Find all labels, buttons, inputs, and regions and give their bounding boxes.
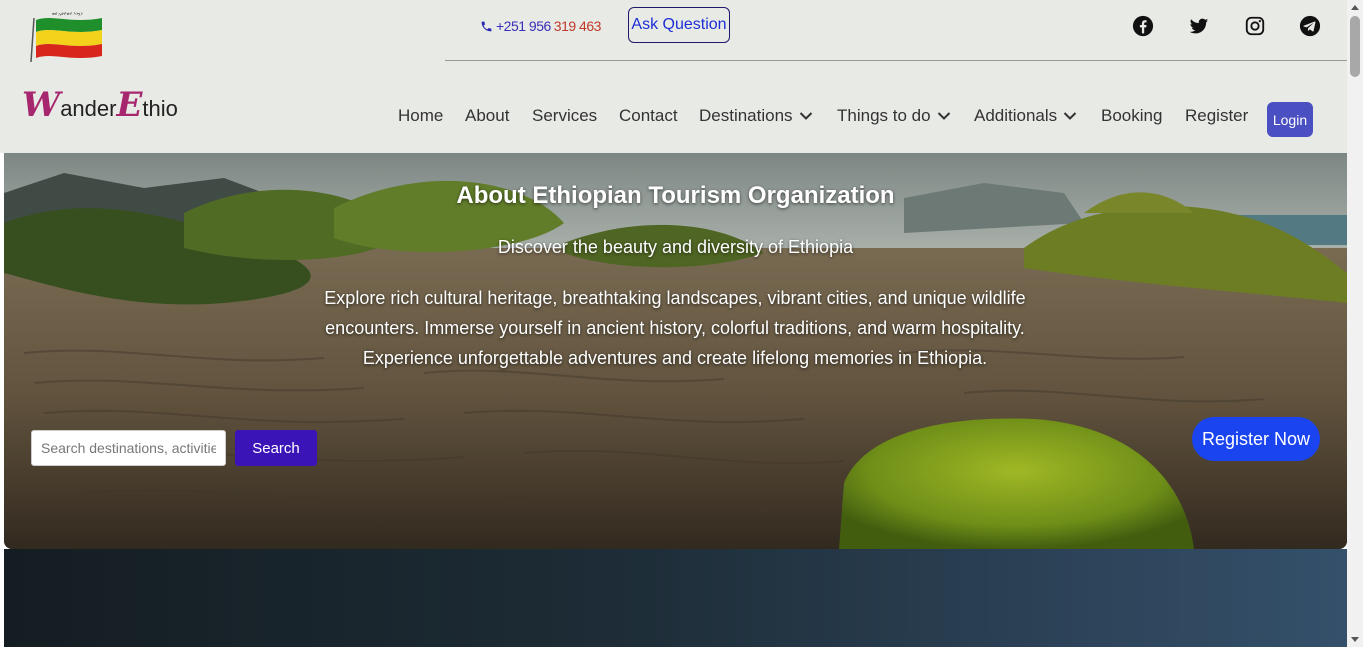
scroll-down-arrow[interactable] [1351,637,1359,642]
search-input[interactable] [31,430,226,466]
hero-title: About Ethiopian Tourism Organization [456,182,895,209]
nav-additionals-dropdown[interactable]: Additionals [974,106,1077,126]
nav-home[interactable]: Home [398,106,443,126]
phone-icon [481,21,492,31]
nav-booking[interactable]: Booking [1101,106,1162,126]
logo-text-2: thio [142,96,178,121]
nav-things-to-do-label: Things to do [837,106,931,125]
logo-initial-w: W [22,85,61,125]
phone-contact[interactable]: +251 956 319 463 [480,18,601,34]
nav-about[interactable]: About [465,106,509,126]
nav-services[interactable]: Services [532,106,597,126]
chevron-down-icon [799,112,812,120]
svg-text:ወደ ኢትዮጵያ እንኳን: ወደ ኢትዮጵያ እንኳን [52,11,83,16]
lower-section [4,549,1347,647]
hero-description: Explore rich cultural heritage, breathta… [324,288,1026,368]
facebook-icon[interactable] [1132,15,1154,37]
page-scrollbar[interactable] [1347,0,1363,647]
ethiopia-flag-logo: ወደ ኢትዮጵያ እንኳን [30,11,102,63]
twitter-icon[interactable] [1188,15,1210,37]
page: ወደ ኢትዮጵያ እንኳን +251 956 319 463 Ask Quest… [0,0,1347,647]
header-divider [445,60,1347,61]
phone-number-part-1: +251 956 [496,18,551,34]
hero-subtitle: Discover the beauty and diversity of Eth… [497,237,854,257]
chevron-down-icon [937,112,950,120]
scrollbar-thumb[interactable] [1350,16,1360,77]
nav-destinations-dropdown[interactable]: Destinations [699,106,813,126]
nav-additionals-label: Additionals [974,106,1058,125]
site-logo[interactable]: W ander E thio [22,88,178,122]
logo-initial-e: E [116,85,143,125]
nav-contact[interactable]: Contact [619,106,678,126]
telegram-icon[interactable] [1299,15,1321,37]
hero-section: About Ethiopian Tourism Organization Dis… [4,153,1347,549]
ask-question-button[interactable]: Ask Question [628,7,730,43]
instagram-icon[interactable] [1244,15,1266,37]
logo-text-1: ander [60,96,117,121]
site-header: ወደ ኢትዮጵያ እንኳን +251 956 319 463 Ask Quest… [0,0,1347,153]
register-now-button[interactable]: Register Now [1192,417,1320,461]
login-button[interactable]: Login [1267,102,1313,137]
search-button[interactable]: Search [235,430,317,466]
nav-things-to-do-dropdown[interactable]: Things to do [837,106,951,126]
scroll-up-arrow[interactable] [1351,5,1359,10]
chevron-down-icon [1063,112,1077,120]
nav-destinations-label: Destinations [699,106,793,125]
phone-number-part-2: 319 463 [553,18,602,34]
nav-register[interactable]: Register [1185,106,1248,126]
